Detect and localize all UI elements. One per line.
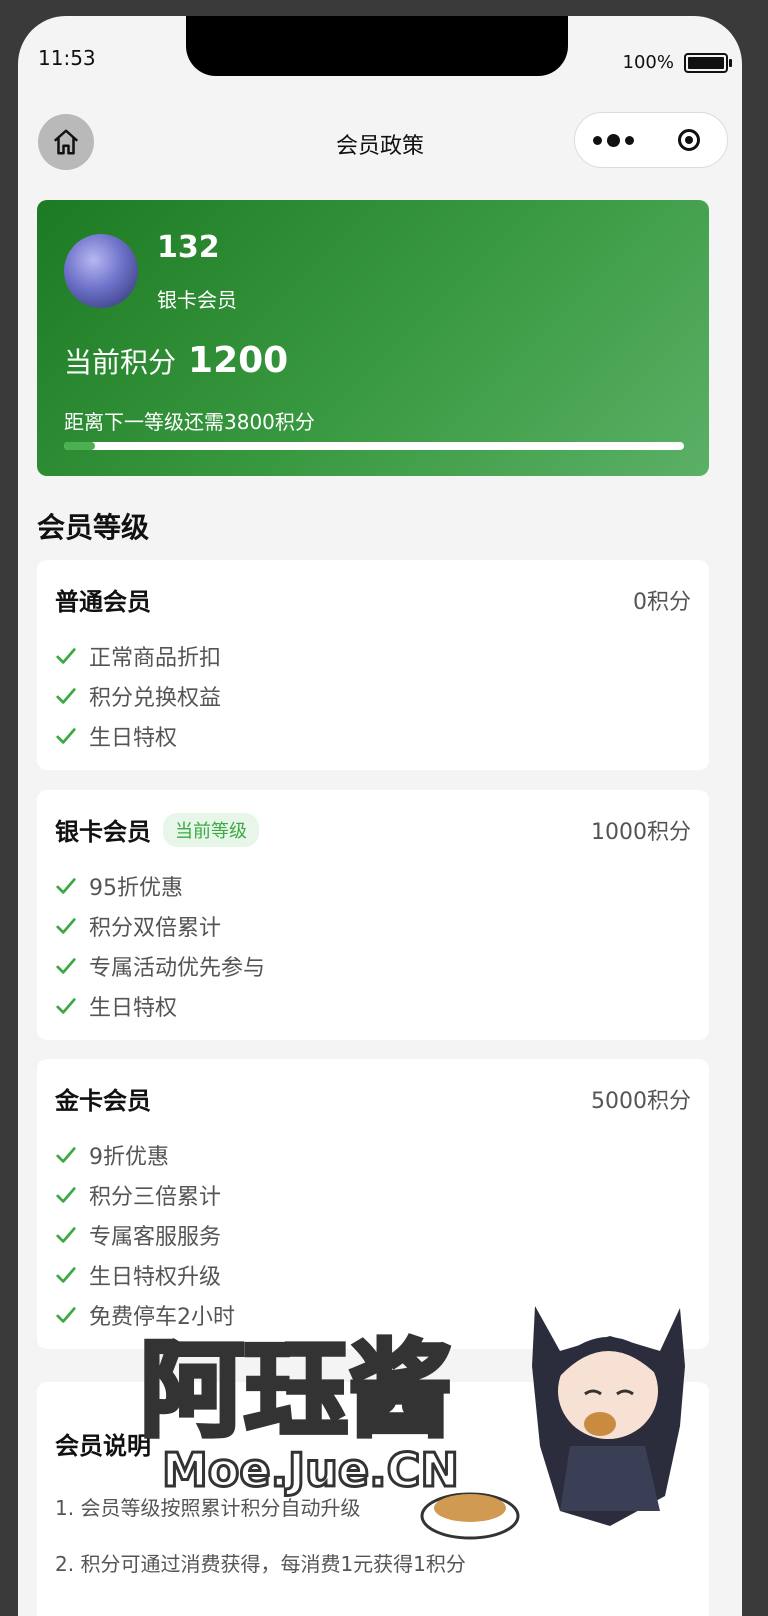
capsule-menu (574, 112, 728, 168)
member-summary-card: 132 银卡会员 当前积分 1200 距离下一等级还需3800积分 (37, 200, 709, 476)
benefit-list: 正常商品折扣 积分兑换权益 生日特权 (55, 636, 221, 756)
more-dots-icon[interactable] (575, 133, 651, 147)
level-name: 金卡会员 (55, 1087, 151, 1115)
next-level-text: 距离下一等级还需3800积分 (64, 410, 315, 434)
nav-bar: 会员政策 (18, 110, 742, 174)
check-icon (56, 998, 76, 1014)
check-icon (56, 1187, 76, 1203)
camera-notch (186, 16, 568, 76)
benefit-text: 生日特权升级 (89, 1265, 222, 1290)
benefit-text: 积分兑换权益 (89, 686, 222, 711)
benefit-text: 专属活动优先参与 (89, 956, 266, 981)
points-row: 当前积分 1200 (64, 340, 288, 381)
battery-percent: 100% (622, 52, 674, 73)
benefit-text: 积分三倍累计 (89, 1185, 222, 1210)
check-icon (56, 1307, 76, 1323)
check-icon (56, 728, 76, 744)
levels-section-title: 会员等级 (37, 511, 150, 544)
target-icon (678, 129, 700, 151)
note-item: 1. 会员等级按照累计积分自动升级 (55, 1496, 361, 1520)
benefit-text: 9折优惠 (89, 1145, 169, 1170)
benefit-item: 专属活动优先参与 (55, 946, 265, 986)
level-card: 银卡会员 当前等级 1000积分 95折优惠积分双倍累计专属活动优先参与 生日特权 (37, 790, 709, 1040)
benefit-text: 正常商品折扣 (89, 646, 222, 671)
user-level: 银卡会员 (157, 288, 237, 312)
check-icon (56, 688, 76, 704)
notes-title: 会员说明 (55, 1432, 151, 1460)
user-name: 132 (157, 230, 220, 265)
level-name: 银卡会员 (55, 818, 151, 846)
level-name: 普通会员 (55, 588, 151, 616)
close-miniprogram-button[interactable] (651, 129, 727, 151)
points-value: 1200 (188, 340, 289, 381)
benefit-item: 95折优惠 (55, 866, 265, 906)
benefit-text: 生日特权 (89, 726, 178, 751)
level-card: 金卡会员 5000积分 9折优惠积分三倍累计 专属客服服务 生日特权升级 免费停车2小时 (37, 1059, 709, 1349)
level-card-header: 金卡会员 5000积分 (55, 1081, 691, 1116)
check-icon (56, 878, 76, 894)
benefit-item: 积分双倍累计 (55, 906, 265, 946)
benefit-text: 免费停车2小时 (89, 1305, 235, 1330)
notes-card: 会员说明 1. 会员等级按照累计积分自动升级 2. 积分可通过消费获得，每消费1… (37, 1382, 709, 1616)
benefit-text: 积分双倍累计 (89, 916, 222, 941)
level-card-header: 普通会员 0积分 (55, 582, 691, 617)
level-card-header: 银卡会员 当前等级 1000积分 (55, 812, 691, 847)
note-item: 2. 积分可通过消费获得，每消费1元获得1积分 (55, 1552, 466, 1576)
check-icon (56, 1227, 76, 1243)
benefit-text: 95折优惠 (89, 876, 183, 901)
battery-icon (684, 52, 732, 73)
check-icon (56, 1147, 76, 1163)
benefit-item: 9折优惠 (55, 1135, 235, 1175)
check-icon (56, 918, 76, 934)
level-points: 0积分 (633, 589, 691, 615)
level-points: 1000积分 (591, 819, 691, 845)
status-time: 11:53 (38, 46, 96, 70)
benefit-list: 9折优惠积分三倍累计 专属客服服务 生日特权升级 免费停车2小时 (55, 1135, 235, 1335)
benefit-item: 积分三倍累计 (55, 1175, 235, 1215)
level-points: 5000积分 (591, 1088, 691, 1114)
progress-fill (64, 442, 95, 450)
benefit-item: 生日特权 (55, 716, 221, 756)
points-label: 当前积分 (64, 346, 177, 379)
benefit-list: 95折优惠积分双倍累计专属活动优先参与 生日特权 (55, 866, 265, 1026)
benefit-item: 积分兑换权益 (55, 676, 221, 716)
benefit-item: 专属客服服务 (55, 1215, 235, 1255)
check-icon (56, 1267, 76, 1283)
check-icon (56, 648, 76, 664)
benefit-text: 专属客服服务 (89, 1225, 222, 1250)
current-level-badge: 当前等级 (163, 812, 259, 847)
status-right: 100% (622, 52, 732, 73)
benefit-item: 生日特权 (55, 986, 265, 1026)
benefit-text: 生日特权 (89, 996, 178, 1021)
benefit-item: 正常商品折扣 (55, 636, 221, 676)
level-card: 普通会员 0积分正常商品折扣 积分兑换权益 生日特权 (37, 560, 709, 770)
benefit-item: 免费停车2小时 (55, 1295, 235, 1335)
phone-screen: 11:53 100% 会员政策 132 银卡会员 当前积分 1200 距离下一等… (18, 16, 742, 1616)
check-icon (56, 958, 76, 974)
progress-bar (64, 442, 684, 450)
benefit-item: 生日特权升级 (55, 1255, 235, 1295)
avatar (64, 234, 138, 308)
